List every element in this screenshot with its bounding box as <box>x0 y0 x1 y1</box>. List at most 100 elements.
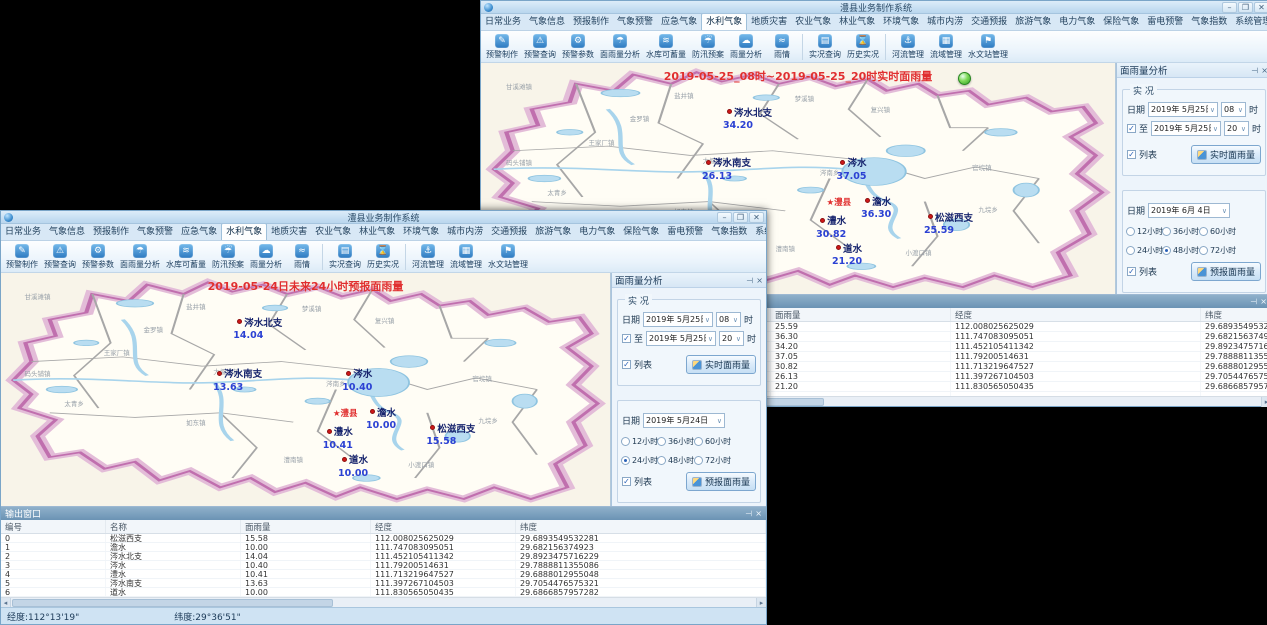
toolbar-button[interactable]: ▦流域管理 <box>447 243 485 271</box>
duration-radio[interactable]: 48小时 <box>1162 245 1199 256</box>
menu-tab[interactable]: 应急气象 <box>177 224 221 240</box>
menu-tab[interactable]: 农业气象 <box>311 224 355 240</box>
menu-tab[interactable]: 环境气象 <box>399 224 443 240</box>
minimize-button[interactable]: – <box>1222 2 1237 13</box>
scroll-right-arrow-icon[interactable]: ▸ <box>756 598 766 608</box>
table-row[interactable]: 3涔水10.40111.7920051463129.7888811355086 <box>1 561 766 570</box>
toolbar-button[interactable]: ▦流域管理 <box>927 33 965 61</box>
menu-tab[interactable]: 林业气象 <box>835 14 879 30</box>
map-locate-button[interactable] <box>958 72 971 85</box>
from-hour-select[interactable]: 08∨ <box>716 312 741 327</box>
menu-tab[interactable]: 交通预报 <box>967 14 1011 30</box>
toolbar-button[interactable]: ⚙预警参数 <box>79 243 117 271</box>
column-header[interactable]: 名称 <box>106 520 241 533</box>
toolbar-button[interactable]: ⚑水文站管理 <box>965 33 1011 61</box>
duration-radio[interactable]: 36小时 <box>1162 226 1199 237</box>
toolbar-button[interactable]: ⚠预警查询 <box>521 33 559 61</box>
menu-tab[interactable]: 气象信息 <box>525 14 569 30</box>
toolbar-button[interactable]: ≋水库可蓄量 <box>643 33 689 61</box>
window-titlebar[interactable]: 澧县业务制作系统 – ❐ ✕ <box>481 1 1267 14</box>
toolbar-button[interactable]: ✎预警制作 <box>3 243 41 271</box>
table-row[interactable]: 1澹水10.00111.74708309505129.682156374923 <box>1 543 766 552</box>
panel-close-icon[interactable]: × <box>756 276 763 285</box>
column-header[interactable]: 面雨量 <box>241 520 371 533</box>
toolbar-button[interactable]: ⚑水文站管理 <box>485 243 531 271</box>
duration-radio[interactable]: 12小时 <box>1126 226 1162 237</box>
to-hour-select[interactable]: 20∨ <box>719 331 744 346</box>
menu-tab[interactable]: 雷电预警 <box>1143 14 1187 30</box>
pin-icon[interactable]: ⊤ <box>1250 67 1259 74</box>
menu-tab[interactable]: 环境气象 <box>879 14 923 30</box>
toolbar-button[interactable]: ☂面雨量分析 <box>117 243 163 271</box>
toolbar-button[interactable]: ☔防汛预案 <box>209 243 247 271</box>
menu-tab[interactable]: 城市内涝 <box>443 224 487 240</box>
menu-tab[interactable]: 系统管理 <box>751 224 766 240</box>
duration-radio[interactable]: 60小时 <box>694 436 757 447</box>
menu-tab[interactable]: 日常业务 <box>1 224 45 240</box>
menu-tab[interactable]: 保险气象 <box>619 224 663 240</box>
output-close-icon[interactable]: × <box>755 509 762 518</box>
minimize-button[interactable]: – <box>717 212 732 223</box>
toolbar-button[interactable]: ▤实况查询 <box>326 243 364 271</box>
toolbar-button[interactable]: ⌛历史实况 <box>364 243 402 271</box>
close-button[interactable]: ✕ <box>749 212 764 223</box>
output-close-icon[interactable]: × <box>1260 297 1267 306</box>
menu-tab[interactable]: 保险气象 <box>1099 14 1143 30</box>
menu-tab[interactable]: 地质灾害 <box>267 224 311 240</box>
realtime-rainfall-button[interactable]: 实时面雨量 <box>686 355 756 374</box>
duration-radio[interactable]: 72小时 <box>694 455 757 466</box>
from-hour-select[interactable]: 08∨ <box>1221 102 1246 117</box>
menu-tab[interactable]: 气象信息 <box>45 224 89 240</box>
list-checkbox[interactable]: ✓ <box>1127 150 1136 159</box>
to-checkbox[interactable]: ✓ <box>622 334 631 343</box>
to-date-select[interactable]: 2019年 5月25日∨ <box>646 331 716 346</box>
toolbar-button[interactable]: ☂面雨量分析 <box>597 33 643 61</box>
list-checkbox[interactable]: ✓ <box>622 360 631 369</box>
duration-radio[interactable]: 24小时 <box>1126 245 1162 256</box>
from-date-select[interactable]: 2019年 5月25日∨ <box>1148 102 1218 117</box>
forecast-date-select[interactable]: 2019年 6月 4日∨ <box>1148 203 1230 218</box>
menu-tab[interactable]: 电力气象 <box>1055 14 1099 30</box>
pin-icon[interactable]: ⊤ <box>1249 298 1258 305</box>
close-button[interactable]: ✕ <box>1254 2 1267 13</box>
column-header[interactable]: 纬度 <box>516 520 766 533</box>
to-date-select[interactable]: 2019年 5月25日∨ <box>1151 121 1221 136</box>
menu-tab[interactable]: 旅游气象 <box>531 224 575 240</box>
scroll-right-arrow-icon[interactable]: ▸ <box>1261 397 1267 407</box>
forecast-date-select[interactable]: 2019年 5月24日∨ <box>643 413 725 428</box>
menu-tab[interactable]: 应急气象 <box>657 14 701 30</box>
scrollbar-thumb[interactable] <box>12 599 333 607</box>
duration-radio[interactable]: 60小时 <box>1199 226 1262 237</box>
column-header[interactable]: 纬度 <box>1201 308 1267 321</box>
map-canvas[interactable]: 2019-05-24日未来24小时预报面雨量 ★澧县 甘溪滩镇盐井镇梦溪镇复兴镇… <box>1 273 611 506</box>
menu-tab[interactable]: 预报制作 <box>569 14 613 30</box>
duration-radio[interactable]: 24小时 <box>621 455 657 466</box>
scroll-left-arrow-icon[interactable]: ◂ <box>1 598 11 608</box>
pin-icon[interactable]: ⊤ <box>745 277 754 284</box>
toolbar-button[interactable]: ⌛历史实况 <box>844 33 882 61</box>
duration-radio[interactable]: 12小时 <box>621 436 657 447</box>
window-titlebar[interactable]: 澧县业务制作系统 – ❐ ✕ <box>1 211 766 224</box>
duration-radio[interactable]: 36小时 <box>657 436 694 447</box>
column-header[interactable]: 经度 <box>371 520 516 533</box>
menu-tab[interactable]: 地质灾害 <box>747 14 791 30</box>
realtime-rainfall-button[interactable]: 实时面雨量 <box>1191 145 1261 164</box>
menu-tab[interactable]: 农业气象 <box>791 14 835 30</box>
to-hour-select[interactable]: 20∨ <box>1224 121 1249 136</box>
table-row[interactable]: 2涔水北支14.04111.45210541134229.89234757162… <box>1 552 766 561</box>
duration-radio[interactable]: 72小时 <box>1199 245 1262 256</box>
duration-radio[interactable]: 48小时 <box>657 455 694 466</box>
to-checkbox[interactable]: ✓ <box>1127 124 1136 133</box>
toolbar-button[interactable]: ☔防汛预案 <box>689 33 727 61</box>
menu-tab[interactable]: 水利气象 <box>221 224 267 240</box>
toolbar-button[interactable]: ☁雨量分析 <box>727 33 765 61</box>
table-row[interactable]: 0松滋西支15.58112.00802562502929.68935495322… <box>1 534 766 543</box>
pin-icon[interactable]: ⊤ <box>744 510 753 517</box>
toolbar-button[interactable]: ⚠预警查询 <box>41 243 79 271</box>
table-row[interactable]: 6道水10.00111.83056505043529.6866857957282 <box>1 588 766 597</box>
column-header[interactable]: 面雨量 <box>771 308 951 321</box>
toolbar-button[interactable]: ☁雨量分析 <box>247 243 285 271</box>
menu-tab[interactable]: 气象预警 <box>133 224 177 240</box>
menu-tab[interactable]: 气象预警 <box>613 14 657 30</box>
menu-tab[interactable]: 旅游气象 <box>1011 14 1055 30</box>
